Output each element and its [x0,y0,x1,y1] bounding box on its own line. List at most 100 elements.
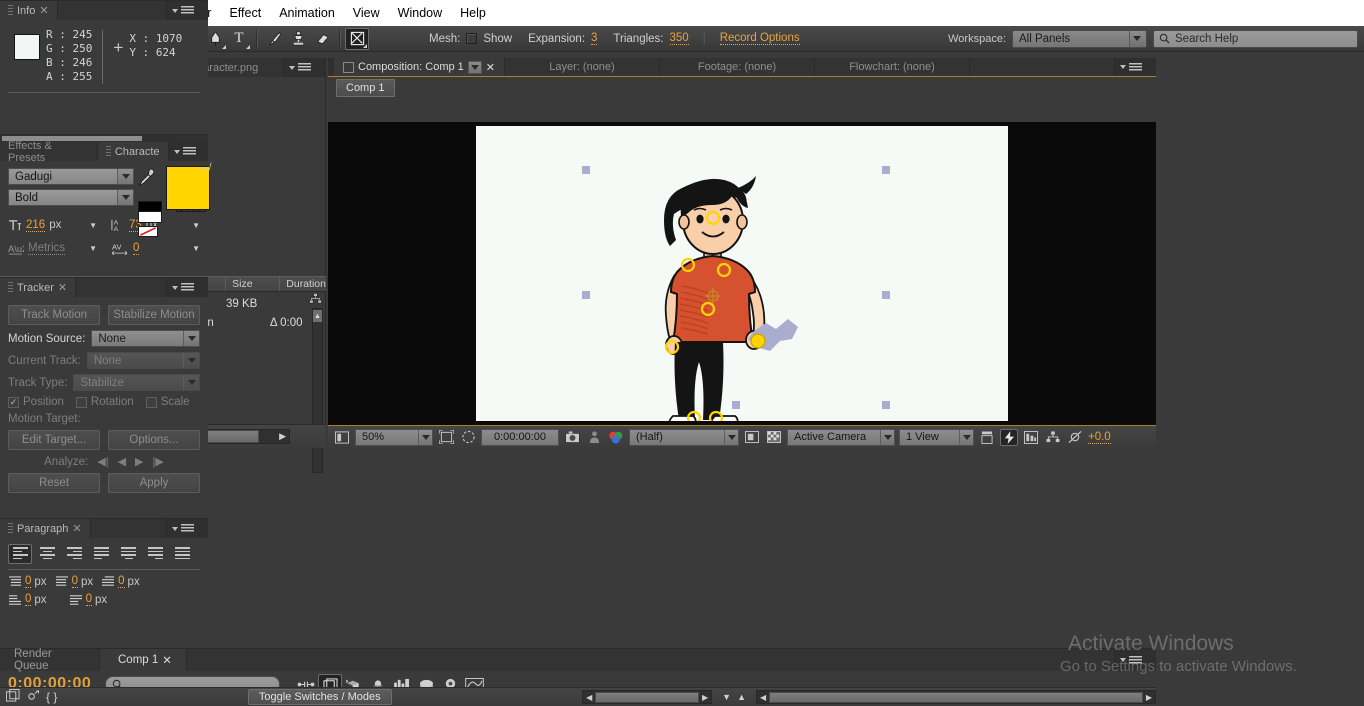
zoom-in-icon[interactable]: ▲ [737,692,746,702]
rotation-checkbox[interactable] [76,397,87,408]
tracker-apply-button[interactable]: Apply [108,473,200,493]
breadcrumb-comp-1[interactable]: Comp 1 [336,79,395,97]
view-layout-select[interactable]: 1 View [899,429,974,446]
kerning-value[interactable]: Metrics [28,242,65,255]
menu-item-window[interactable]: Window [389,4,451,22]
font-style-select[interactable]: Bold [8,189,134,206]
chevron-down-icon[interactable]: ▼ [89,244,97,253]
column-header-size[interactable]: Size [225,277,279,291]
eyedropper-icon[interactable] [138,168,160,190]
project-vertical-scrollbar[interactable]: ▲ [312,308,323,473]
puppet-pin-tool-icon[interactable] [345,28,369,50]
close-icon[interactable]: ✕ [486,61,495,74]
chevron-down-icon[interactable]: ▼ [192,244,200,253]
mesh-show-checkbox[interactable] [466,33,477,44]
channel-rgb-icon[interactable] [607,429,625,446]
menu-item-help[interactable]: Help [451,4,495,22]
justify-all-button[interactable] [170,544,194,564]
tab-composition[interactable]: Composition: Comp 1 ✕ [334,58,505,76]
tracking-value[interactable]: 0 [133,242,139,255]
lock-icon[interactable] [343,62,354,73]
workspace-select[interactable]: All Panels [1012,30,1147,48]
tab-character[interactable]: Characte [98,142,169,161]
font-size-control[interactable]: 216 px ▼ [8,218,97,232]
zoom-out-icon[interactable]: ▼ [722,692,731,702]
comp-flowchart-icon[interactable] [1044,429,1062,446]
show-snapshot-icon[interactable] [585,429,603,446]
enable-expressions-icon[interactable]: { } [46,690,57,704]
indent-left-control[interactable]: 0 px [8,575,47,588]
font-size-value[interactable]: 216 [26,219,45,232]
region-preview-icon[interactable] [743,429,761,446]
timecode-display[interactable]: 0:00:00:00 [481,429,559,446]
options-button[interactable]: Options... [108,430,200,450]
analyze-backward-icon[interactable]: ◀ [118,455,126,468]
composition-canvas[interactable] [476,126,1008,421]
snapshot-icon[interactable] [563,429,581,446]
tab-paragraph[interactable]: Paragraph ✕ [0,519,91,538]
project-panel-menu[interactable] [284,58,316,77]
composition-viewer[interactable] [328,122,1156,425]
indent-first-control[interactable]: 0 px [101,575,140,588]
fast-previews-icon[interactable] [1000,429,1018,446]
panel-grip-icon[interactable] [1147,649,1156,671]
character-panel-menu[interactable] [169,142,201,161]
eraser-tool-icon[interactable] [310,28,334,50]
close-icon[interactable]: ✕ [162,653,172,667]
panel-grip-icon[interactable] [201,142,209,161]
triangles-value[interactable]: 350 [670,32,689,45]
current-track-select[interactable]: None [87,352,200,369]
no-fill-icon[interactable] [138,226,158,237]
menu-item-animation[interactable]: Animation [270,4,344,22]
magnification-select[interactable]: 50% [355,429,433,446]
search-help-input[interactable]: Search Help [1153,30,1358,48]
motion-source-select[interactable]: None [91,330,200,347]
record-options-button[interactable]: Record Options [720,32,800,45]
hide-shy-layers-icon[interactable] [26,690,40,705]
justify-last-left-button[interactable] [89,544,113,564]
indent-right-control[interactable]: 0 px [55,575,94,588]
align-left-button[interactable] [8,544,32,564]
kerning-control[interactable]: A\u2c65 Metrics ▼ [8,241,97,255]
transparency-grid-icon[interactable] [765,429,783,446]
tracker-reset-button[interactable]: Reset [8,473,100,493]
brush-tool-icon[interactable] [262,28,286,50]
menu-item-effect[interactable]: Effect [220,4,270,22]
black-white-swatches[interactable] [138,201,162,223]
align-right-button[interactable] [62,544,86,564]
panel-grip-icon[interactable] [316,58,325,77]
tab-footage[interactable]: Footage: (none) [660,58,815,76]
space-after-control[interactable]: 0 px [69,593,108,606]
info-panel-menu[interactable] [167,1,199,20]
align-center-button[interactable] [35,544,59,564]
column-header-duration[interactable]: Duration [279,277,326,291]
exposure-value[interactable]: +0.0 [1088,431,1111,444]
tracking-control[interactable]: AV 0 ▼ [111,241,200,255]
panel-grip-icon[interactable] [199,519,208,538]
composition-panel-menu[interactable] [1115,58,1147,76]
tab-effects-presets[interactable]: Effects & Presets [0,142,98,161]
project-hierarchy-icon[interactable] [307,290,323,306]
camera-select[interactable]: Active Camera [787,429,895,446]
panel-grip-icon[interactable] [199,278,208,297]
edit-target-button[interactable]: Edit Target... [8,430,100,450]
track-type-select[interactable]: Stabilize [73,374,200,391]
close-icon[interactable]: ✕ [72,522,81,535]
scale-checkbox[interactable] [146,397,157,408]
panel-grip-icon[interactable] [199,1,208,20]
menu-item-view[interactable]: View [344,4,389,22]
analyze-forward-icon[interactable]: ▶ [135,455,143,468]
toggle-switches-modes-button[interactable]: Toggle Switches / Modes [248,689,392,705]
resolution-select[interactable]: (Half) [629,429,739,446]
analyze-back-one-icon[interactable]: ◀| [97,455,108,468]
expansion-value[interactable]: 3 [591,32,597,45]
tab-info[interactable]: Info ✕ [0,1,58,20]
tab-flowchart[interactable]: Flowchart: (none) [815,58,970,76]
pixel-aspect-correction-icon[interactable] [978,429,996,446]
exposure-reset-icon[interactable] [1066,429,1084,446]
timeline-horizontal-scrollbar[interactable]: ◀ ▶ [582,690,712,704]
comp-mini-flowchart-icon[interactable] [6,689,20,705]
close-icon[interactable]: ✕ [39,4,48,17]
timeline-time-scrollbar[interactable]: ◀ ▶ [756,690,1156,704]
toggle-transparency-grid-icon[interactable] [459,429,477,446]
